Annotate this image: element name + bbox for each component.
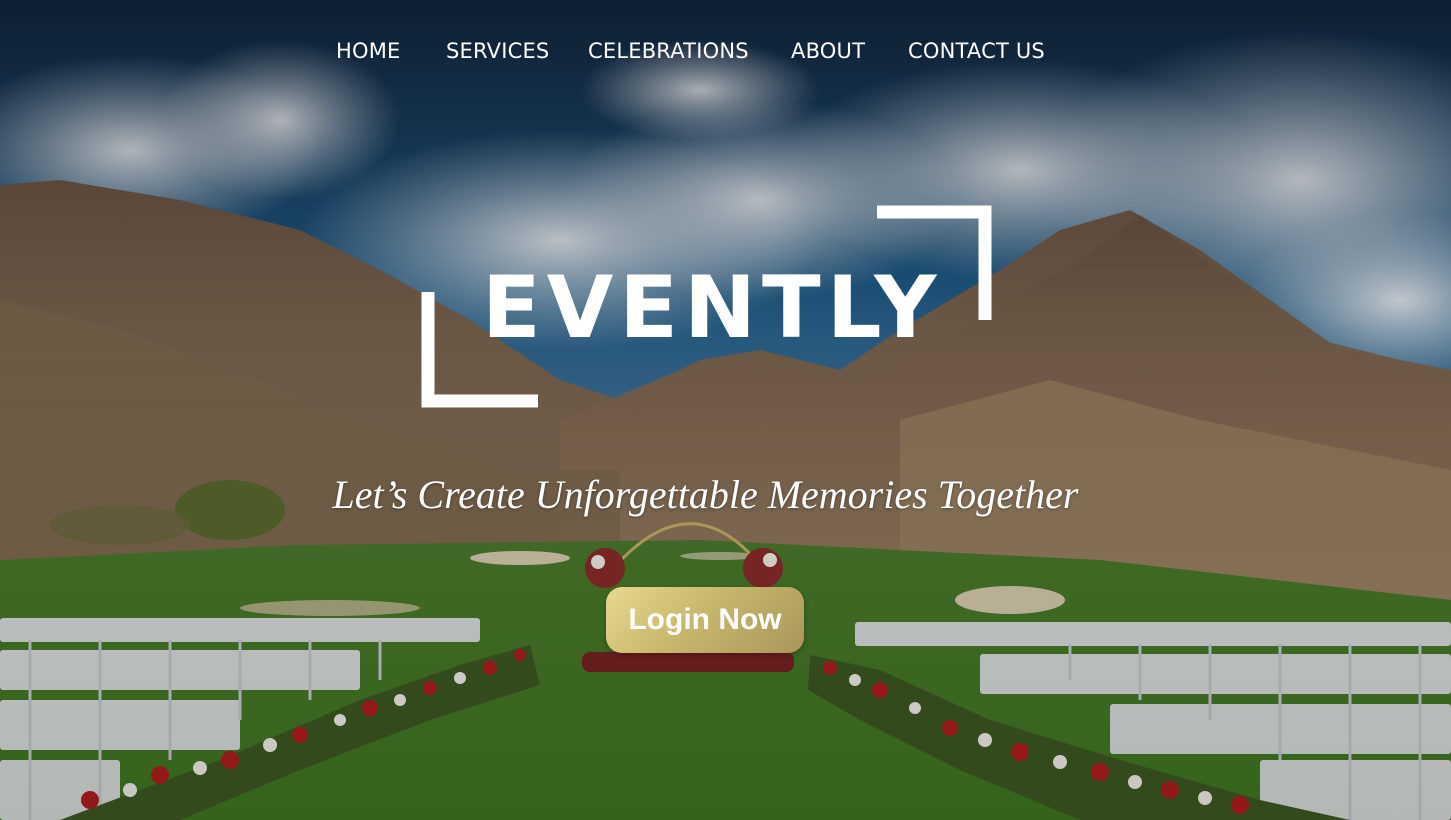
login-now-button[interactable]: Login Now <box>606 587 804 653</box>
brand-logo: EVENTLY <box>420 200 1000 415</box>
logo-wordmark: EVENTLY <box>482 258 943 358</box>
hero-tagline: Let’s Create Unforgettable Memories Toge… <box>332 472 1079 517</box>
nav-celebrations-link[interactable]: CELEBRATIONS <box>588 36 749 66</box>
nav-about-link[interactable]: ABOUT <box>791 36 865 66</box>
nav-home-link[interactable]: HOME <box>336 36 401 66</box>
main-navigation: HOME SERVICES CELEBRATIONS ABOUT CONTACT… <box>0 36 1451 66</box>
nav-services-link[interactable]: SERVICES <box>446 36 549 66</box>
nav-contact-us-link[interactable]: CONTACT US <box>908 36 1045 66</box>
